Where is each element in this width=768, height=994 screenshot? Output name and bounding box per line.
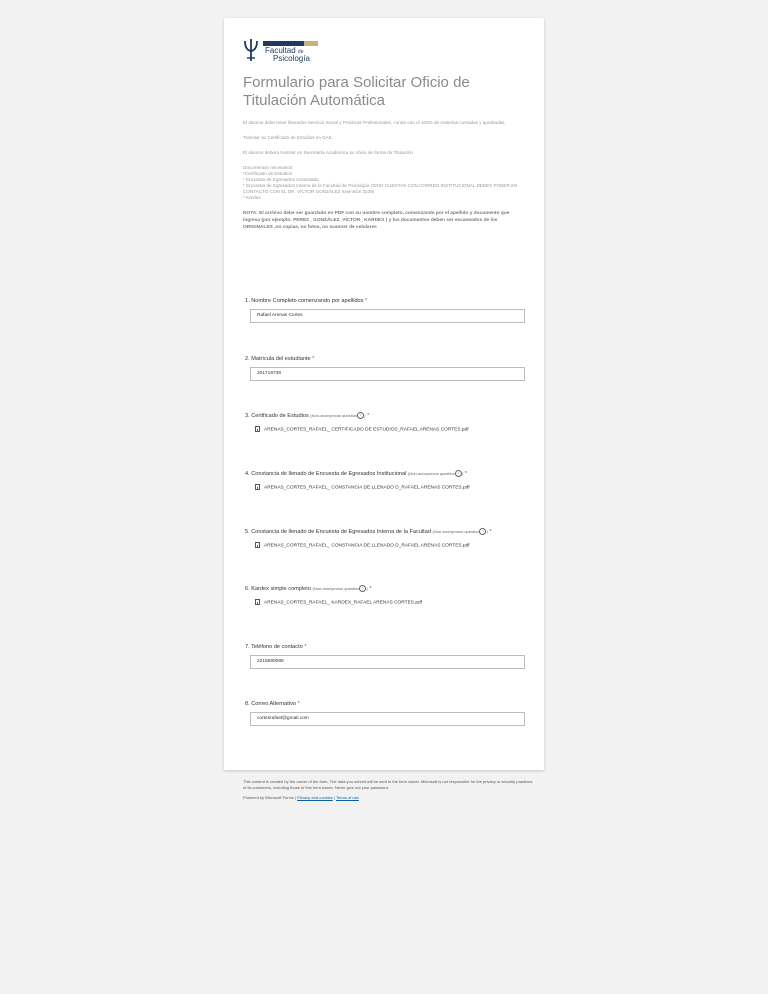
required-marker: * [489,529,492,535]
non-anonymous-hint: (Non-anonymous question i) [310,412,366,420]
uploaded-file[interactable]: ARENAS_CORTES_RAFAEL_ KARDEX_RAFAEL AREN… [255,599,422,607]
document-icon [255,599,260,605]
required-marker: * [365,298,368,304]
form-title: Formulario para Solicitar Oficio de Titu… [243,74,470,109]
faculty-logo: Facultad de Psicología [243,38,323,64]
document-icon [255,426,260,432]
description-documents: Documentos necesarios: *Certificado de E… [243,165,527,201]
description-certificate: Tramitar su Certificado de Estudios en D… [243,135,333,140]
student-id-input[interactable]: 201716738 [250,367,525,381]
uploaded-file[interactable]: ARENAS_CORTES_RAFAEL_ CONSTANCIA DE LLEN… [255,484,470,492]
footer-powered-by: Powered by Microsoft Forms | Privacy and… [243,795,359,800]
question-certificate: 3. Certificado de Estudios (Non-anonymou… [245,412,530,432]
uploaded-file[interactable]: ARENAS_CORTES_RAFAEL_ CONSTANCIA DE LLEN… [255,542,470,550]
question-title: 7. Teléfono de contacto * [245,644,307,650]
file-name: ARENAS_CORTES_RAFAEL_ KARDEX_RAFAEL AREN… [264,600,423,606]
question-full-name: 1. Nombre Completo comenzando por apelli… [245,297,530,323]
question-title: 4. Constancia de llenado de Encuesta de … [245,470,467,478]
document-icon [255,484,260,490]
terms-link[interactable]: Terms of use [336,795,359,800]
form-footer: This content is created by the owner of … [243,779,533,806]
question-alt-email: 8. Correo Alternativo * cortesrafael@gma… [245,700,530,726]
alt-email-input[interactable]: cortesrafael@gmail.com [250,712,525,726]
question-student-id: 2. Matrícula del estudiante * 201716738 [245,355,530,381]
question-title: 3. Certificado de Estudios (Non-anonymou… [245,412,370,420]
document-item: * Kardex [243,195,261,200]
form-description: El alumno debe tener liberados Servicio … [243,120,527,240]
required-marker: * [312,356,315,362]
phone-input[interactable]: 2215690088 [250,655,525,669]
logo-text-psicologia: Psicología [273,54,310,63]
non-anonymous-hint: (Non-anonymous question i) [432,528,488,536]
file-name: ARENAS_CORTES_RAFAEL_ CONSTANCIA DE LLEN… [264,485,470,491]
logo-badge [304,41,318,46]
file-name: ARENAS_CORTES_RAFAEL_ CERTIFICADO DE EST… [264,427,469,433]
description-requirements: El alumno debe tener liberados Servicio … [243,120,506,125]
info-icon[interactable]: i [454,470,462,478]
question-title: 5. Constancia de llenado de Encuesta de … [245,528,492,536]
question-kardex: 6. Kardex simple completo (Non-anonymous… [245,585,530,605]
file-name: ARENAS_CORTES_RAFAEL_ CONSTANCIA DE LLEN… [264,543,470,549]
required-marker: * [367,413,370,419]
trident-logo-icon [244,39,258,61]
required-marker: * [304,644,307,650]
full-name-input[interactable]: Rafael Arenas Cortes [250,309,525,323]
non-anonymous-hint: (Non-anonymous question i) [312,585,368,593]
question-institutional-survey: 4. Constancia de llenado de Encuesta de … [245,470,530,490]
required-marker: * [297,701,300,707]
question-title: 2. Matrícula del estudiante * [245,356,315,362]
document-icon [255,542,260,548]
question-title: 8. Correo Alternativo * [245,701,300,707]
description-note: NOTA: El archivo debe ser guardado en PD… [243,211,510,230]
question-title: 6. Kardex simple completo (Non-anonymous… [245,585,372,593]
question-internal-survey: 5. Constancia de llenado de Encuesta de … [245,528,530,548]
question-phone: 7. Teléfono de contacto * 2215690088 [245,643,530,669]
required-marker: * [369,586,372,592]
footer-disclaimer: This content is created by the owner of … [243,779,533,790]
required-marker: * [464,471,467,477]
document-item: * Encuesta de Egresados Interna de la Fa… [243,183,518,194]
uploaded-file[interactable]: ARENAS_CORTES_RAFAEL_ CERTIFICADO DE EST… [255,426,469,434]
non-anonymous-hint: (Non-anonymous question i) [407,470,464,478]
description-procedure: El alumno deberá tramitar en Secretaría … [243,150,414,155]
privacy-link[interactable]: Privacy and cookies [297,795,333,800]
form-card: Facultad de Psicología Formulario para S… [224,18,544,770]
question-title: 1. Nombre Completo comenzando por apelli… [245,298,368,304]
